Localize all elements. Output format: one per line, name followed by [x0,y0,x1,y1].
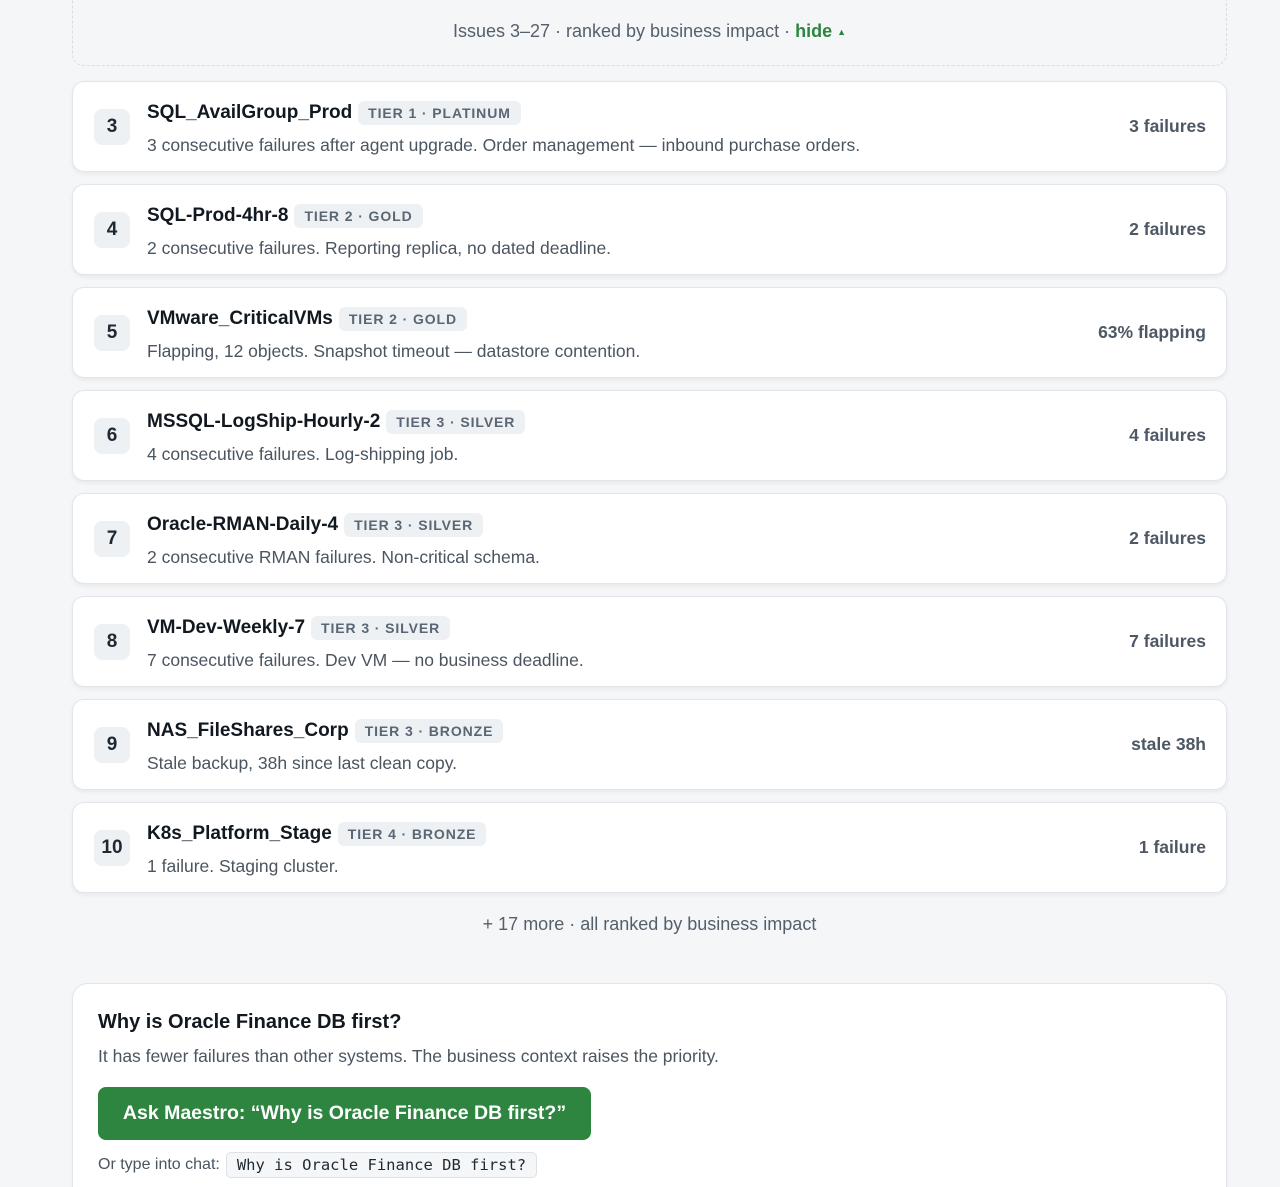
hide-link[interactable]: hide [795,21,832,42]
issue-card[interactable]: 9 NAS_FileShares_Corp TIER 3 · BRONZE Stale… [72,699,1227,790]
issue-card[interactable]: 4 SQL-Prod-4hr-8 TIER 2 · GOLD 2 consecutiv… [72,184,1227,275]
why-title: Why is Oracle Finance DB first? [98,1011,402,1033]
tier-badge: TIER 3 · SILVER [311,616,451,640]
issue-metric: 2 failures [1129,219,1206,239]
tier-badge: TIER 1 · PLATINUM [358,101,521,125]
caret-up-icon[interactable]: ▲ [837,27,846,37]
tier-badge: TIER 4 · BRONZE [337,822,487,846]
issue-main: VMware_CriticalVMs TIER 2 · GOLD Flapping,… [147,306,1076,362]
issue-name[interactable]: VMware_CriticalVMs [147,308,333,330]
issue-title-row: NAS_FileShares_Corp TIER 3 · BRONZE [147,718,1076,744]
chat-hint: Or type into chat: Why is Oracle Finance… [98,1152,538,1178]
issue-metric: 1 failure [1138,837,1206,857]
tier-badge: TIER 3 · SILVER [386,410,526,434]
issue-description: 2 consecutive failures. Reporting replic… [147,238,612,258]
rank-badge: 8 [94,624,130,660]
issue-card[interactable]: 6 MSSQL-LogShip-Hourly-2 TIER 3 · SILVER 4 … [72,390,1227,481]
rank-badge: 5 [94,315,130,351]
issue-metric: 2 failures [1129,528,1206,548]
rank-badge: 7 [94,521,130,557]
issue-description: Stale backup, 38h since last clean copy. [147,753,458,773]
rank-badge: 3 [94,109,130,145]
issue-main: MSSQL-LogShip-Hourly-2 TIER 3 · SILVER 4 c… [147,409,1076,465]
issue-title-row: K8s_Platform_Stage TIER 4 · BRONZE [147,821,1076,847]
issue-title-row: Oracle-RMAN-Daily-4 TIER 3 · SILVER [147,512,1076,538]
issue-card[interactable]: 7 Oracle-RMAN-Daily-4 TIER 3 · SILVER 2 con… [72,493,1227,584]
issue-description: 7 consecutive failures. Dev VM — no busi… [147,650,584,670]
issue-name[interactable]: Oracle-RMAN-Daily-4 [147,514,338,536]
rank-badge: 4 [94,212,130,248]
issue-description: 4 consecutive failures. Log-shipping job… [147,444,459,464]
issue-title-row: VM-Dev-Weekly-7 TIER 3 · SILVER [147,615,1076,641]
issue-title-row: VMware_CriticalVMs TIER 2 · GOLD [147,306,1076,332]
issue-metric: stale 38h [1131,734,1206,754]
issue-main: SQL-Prod-4hr-8 TIER 2 · GOLD 2 consecutive… [147,203,1076,259]
issue-list-page: Issues 3–27 · ranked by business impact … [0,0,1280,1187]
issue-name[interactable]: K8s_Platform_Stage [147,823,332,845]
issue-description: 3 consecutive failures after agent upgra… [147,135,861,155]
rank-badge: 10 [94,830,130,866]
issue-description: Flapping, 12 objects. Snapshot timeout —… [147,341,641,361]
issue-name[interactable]: SQL-Prod-4hr-8 [147,205,288,227]
tier-badge: TIER 2 · GOLD [294,204,423,228]
rank-badge: 6 [94,418,130,454]
issue-name[interactable]: SQL_AvailGroup_Prod [147,102,352,124]
rank-badge: 9 [94,727,130,763]
issue-card[interactable]: 5 VMware_CriticalVMs TIER 2 · GOLD Flapping… [72,287,1227,378]
issue-metric: 63% flapping [1098,322,1206,342]
issue-main: SQL_AvailGroup_Prod TIER 1 · PLATINUM 3 co… [147,100,1076,156]
summary-text: Issues 3–27 · ranked by business impact … [452,21,791,41]
issue-title-row: MSSQL-LogShip-Hourly-2 TIER 3 · SILVER [147,409,1076,435]
issue-metric: 7 failures [1129,631,1206,651]
issue-main: K8s_Platform_Stage TIER 4 · BRONZE 1 failu… [147,821,1076,877]
issue-title-row: SQL-Prod-4hr-8 TIER 2 · GOLD [147,203,1076,229]
issue-name[interactable]: NAS_FileShares_Corp [147,720,349,742]
why-explanation: It has fewer failures than other systems… [98,1046,719,1066]
chat-suggestion-code[interactable]: Why is Oracle Finance DB first? [225,1152,538,1178]
more-issues-text: + 17 more · all ranked by business impac… [482,914,817,934]
issue-metric: 4 failures [1129,425,1206,445]
ask-maestro-button[interactable]: Ask Maestro: “Why is Oracle Finance DB f… [98,1087,591,1140]
why-first-card: Why is Oracle Finance DB first? It has f… [72,983,1227,1187]
issue-card[interactable]: 8 VM-Dev-Weekly-7 TIER 3 · SILVER 7 consecu… [72,596,1227,687]
tier-badge: TIER 3 · SILVER [344,513,484,537]
chat-hint-label: Or type into chat: [98,1156,220,1173]
issue-main: NAS_FileShares_Corp TIER 3 · BRONZE Stale … [147,718,1076,774]
issue-main: VM-Dev-Weekly-7 TIER 3 · SILVER 7 consecut… [147,615,1076,671]
summary-bar: Issues 3–27 · ranked by business impact … [72,0,1227,66]
issue-description: 2 consecutive RMAN failures. Non-critica… [147,547,540,567]
issue-title-row: SQL_AvailGroup_Prod TIER 1 · PLATINUM [147,100,1076,126]
tier-badge: TIER 3 · BRONZE [354,719,504,743]
issue-description: 1 failure. Staging cluster. [147,856,339,876]
issue-metric: 3 failures [1129,116,1206,136]
issue-main: Oracle-RMAN-Daily-4 TIER 3 · SILVER 2 cons… [147,512,1076,568]
issue-card[interactable]: 3 SQL_AvailGroup_Prod TIER 1 · PLATINUM 3 c… [72,81,1227,172]
tier-badge: TIER 2 · GOLD [338,307,468,331]
issue-card[interactable]: 10 K8s_Platform_Stage TIER 4 · BRONZE 1 fai… [72,802,1227,893]
issue-name[interactable]: VM-Dev-Weekly-7 [147,617,305,639]
issue-name[interactable]: MSSQL-LogShip-Hourly-2 [147,411,380,433]
